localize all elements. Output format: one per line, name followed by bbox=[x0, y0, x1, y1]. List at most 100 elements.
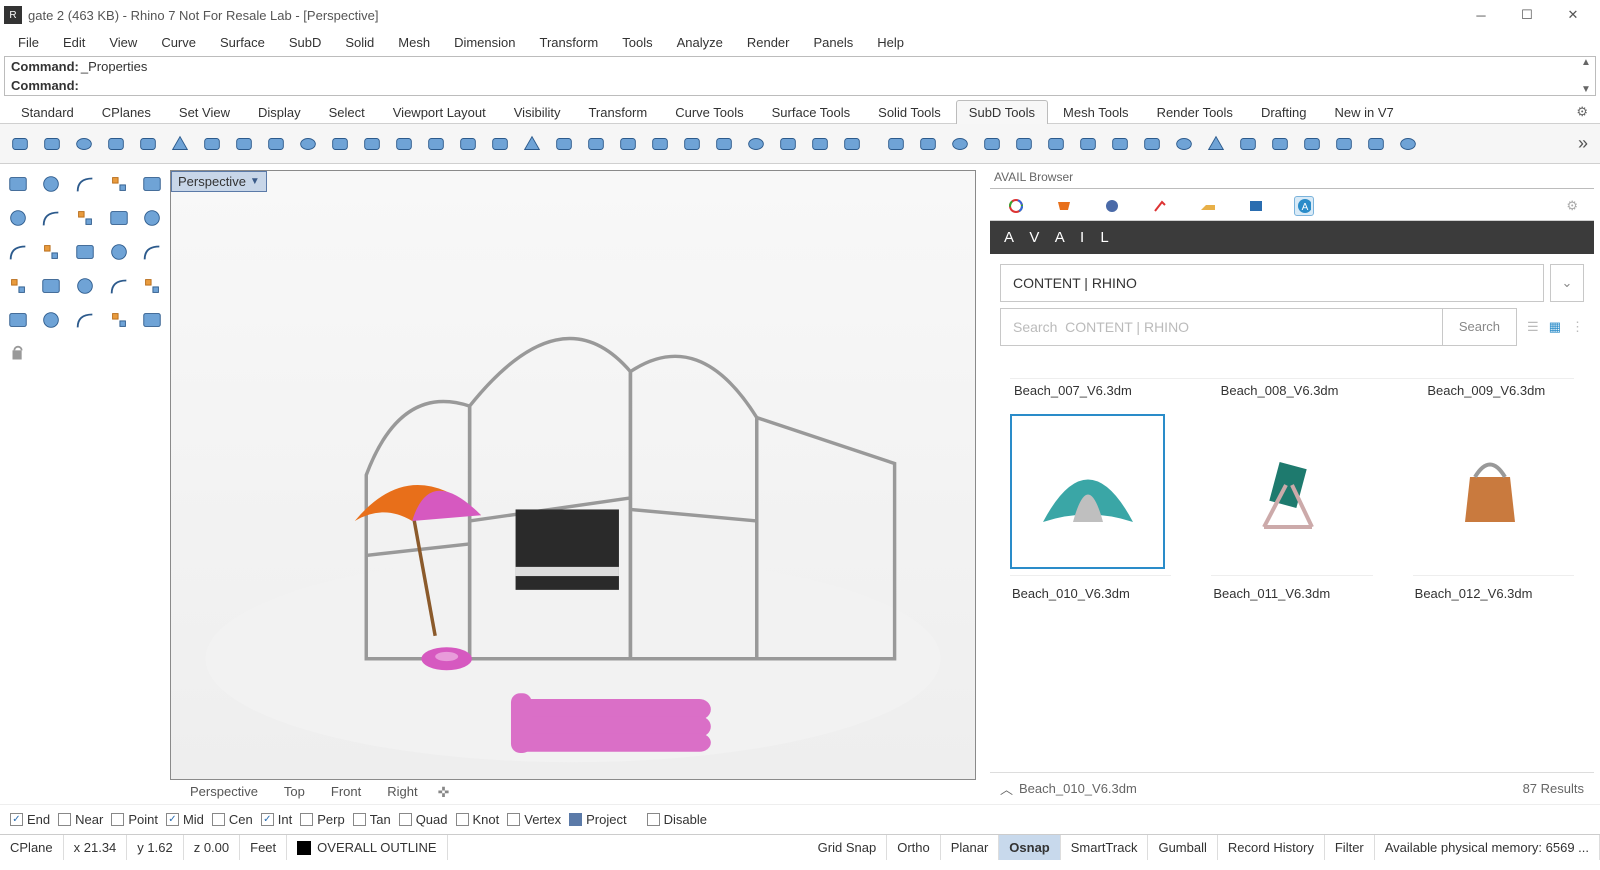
toolbar-icon[interactable] bbox=[742, 130, 770, 158]
panel-settings-icon[interactable]: ⚙ bbox=[1566, 198, 1578, 214]
tool-icon[interactable] bbox=[38, 170, 66, 198]
toolbar-icon[interactable] bbox=[1202, 130, 1230, 158]
menu-panels[interactable]: Panels bbox=[803, 33, 863, 52]
toolbar-icon[interactable] bbox=[1394, 130, 1422, 158]
toolbar-tab[interactable]: Display bbox=[245, 100, 314, 124]
tool-icon[interactable] bbox=[105, 272, 133, 300]
view-tab-right[interactable]: Right bbox=[375, 782, 429, 802]
search-input[interactable] bbox=[1001, 309, 1442, 345]
command-area[interactable]: Command:_Properties Command: ▲▼ bbox=[4, 56, 1596, 96]
view-tab-perspective[interactable]: Perspective bbox=[178, 782, 270, 802]
filter-slider-icon[interactable]: ⋮ bbox=[1571, 319, 1584, 335]
status-grid-snap[interactable]: Grid Snap bbox=[808, 835, 888, 860]
close-button[interactable]: ✕ bbox=[1550, 0, 1596, 30]
toolbar-icon[interactable] bbox=[1138, 130, 1166, 158]
toolbar-icon[interactable] bbox=[262, 130, 290, 158]
toolbar-tab[interactable]: Drafting bbox=[1248, 100, 1320, 124]
toolbar-icon[interactable] bbox=[294, 130, 322, 158]
toolbar-icon[interactable] bbox=[486, 130, 514, 158]
menu-file[interactable]: File bbox=[8, 33, 49, 52]
toolbar-icon[interactable] bbox=[70, 130, 98, 158]
tool-icon[interactable] bbox=[138, 272, 166, 300]
toolbar-icon[interactable] bbox=[1266, 130, 1294, 158]
thumb-image[interactable] bbox=[1010, 414, 1165, 569]
tool-icon[interactable] bbox=[4, 272, 32, 300]
tool-icon[interactable] bbox=[71, 238, 99, 266]
toolbar-tab[interactable]: Render Tools bbox=[1144, 100, 1246, 124]
toolbar-tab[interactable]: Set View bbox=[166, 100, 243, 124]
status-x[interactable]: x 21.34 bbox=[64, 835, 128, 860]
tool-icon[interactable] bbox=[4, 306, 32, 334]
toolbar-tab[interactable]: Standard bbox=[8, 100, 87, 124]
osnap-point[interactable]: Point bbox=[111, 812, 158, 827]
osnap-quad[interactable]: Quad bbox=[399, 812, 448, 827]
status-planar[interactable]: Planar bbox=[941, 835, 1000, 860]
menu-tools[interactable]: Tools bbox=[612, 33, 662, 52]
osnap-cen[interactable]: Cen bbox=[212, 812, 253, 827]
content-selector[interactable]: CONTENT | RHINO bbox=[1000, 264, 1544, 302]
toolbar-overflow-icon[interactable]: » bbox=[1572, 133, 1594, 154]
toolbar-icon[interactable] bbox=[978, 130, 1006, 158]
toolbar-icon[interactable] bbox=[946, 130, 974, 158]
toolbar-tab[interactable]: Solid Tools bbox=[865, 100, 954, 124]
view-tab-front[interactable]: Front bbox=[319, 782, 373, 802]
grid-item-label[interactable]: Beach_009_V6.3dm bbox=[1427, 383, 1574, 398]
add-view-icon[interactable]: ✜ bbox=[432, 784, 456, 801]
osnap-knot[interactable]: Knot bbox=[456, 812, 500, 827]
viewport-canvas[interactable] bbox=[171, 171, 975, 779]
toolbar-icon[interactable] bbox=[1010, 130, 1038, 158]
toolbar-tab[interactable]: Curve Tools bbox=[662, 100, 756, 124]
menu-render[interactable]: Render bbox=[737, 33, 800, 52]
toolbar-icon[interactable] bbox=[550, 130, 578, 158]
thumb-image[interactable] bbox=[1413, 414, 1568, 569]
tool-icon[interactable] bbox=[38, 238, 66, 266]
content-dropdown-icon[interactable]: ⌄ bbox=[1550, 264, 1584, 302]
toolbar-icon[interactable] bbox=[1298, 130, 1326, 158]
panel-tab-avail-icon[interactable]: A bbox=[1294, 196, 1314, 216]
status-record-history[interactable]: Record History bbox=[1218, 835, 1325, 860]
status-memory[interactable]: Available physical memory: 6569 ... bbox=[1375, 835, 1600, 860]
toolbar-icon[interactable] bbox=[134, 130, 162, 158]
status-cplane[interactable]: CPlane bbox=[0, 835, 64, 860]
osnap-int[interactable]: ✓Int bbox=[261, 812, 292, 827]
status-layer[interactable]: OVERALL OUTLINE bbox=[287, 835, 447, 860]
maximize-button[interactable]: ☐ bbox=[1504, 0, 1550, 30]
toolbar-icon[interactable] bbox=[710, 130, 738, 158]
tool-icon[interactable] bbox=[38, 204, 66, 232]
osnap-near[interactable]: Near bbox=[58, 812, 103, 827]
status-smarttrack[interactable]: SmartTrack bbox=[1061, 835, 1149, 860]
tool-icon[interactable] bbox=[105, 306, 133, 334]
grid-thumb[interactable]: Beach_010_V6.3dm bbox=[1010, 414, 1171, 605]
toolbar-icon[interactable] bbox=[38, 130, 66, 158]
grid-view-icon[interactable]: ▦ bbox=[1549, 319, 1561, 335]
toolbar-icon[interactable] bbox=[838, 130, 866, 158]
tool-icon[interactable] bbox=[138, 204, 166, 232]
toolbar-icon[interactable] bbox=[1234, 130, 1262, 158]
menu-subd[interactable]: SubD bbox=[279, 33, 332, 52]
menu-mesh[interactable]: Mesh bbox=[388, 33, 440, 52]
toolbar-icon[interactable] bbox=[102, 130, 130, 158]
tool-icon[interactable] bbox=[4, 340, 32, 368]
menu-transform[interactable]: Transform bbox=[529, 33, 608, 52]
tool-icon[interactable] bbox=[4, 204, 32, 232]
menu-view[interactable]: View bbox=[99, 33, 147, 52]
panel-tab-icon[interactable] bbox=[1102, 196, 1122, 216]
menu-edit[interactable]: Edit bbox=[53, 33, 95, 52]
toolbar-tab[interactable]: Visibility bbox=[501, 100, 574, 124]
status-units[interactable]: Feet bbox=[240, 835, 287, 860]
toolbar-tab[interactable]: CPlanes bbox=[89, 100, 164, 124]
breadcrumb[interactable]: ︿Beach_010_V6.3dm bbox=[1000, 779, 1137, 798]
osnap-vertex[interactable]: Vertex bbox=[507, 812, 561, 827]
panel-tab-icon[interactable] bbox=[1150, 196, 1170, 216]
viewport[interactable]: Perspective ▼ bbox=[170, 170, 976, 780]
toolbar-icon[interactable] bbox=[582, 130, 610, 158]
view-tab-top[interactable]: Top bbox=[272, 782, 317, 802]
grid-thumb[interactable]: Beach_012_V6.3dm bbox=[1413, 414, 1574, 605]
toolbar-icon[interactable] bbox=[326, 130, 354, 158]
status-ortho[interactable]: Ortho bbox=[887, 835, 941, 860]
thumb-image[interactable] bbox=[1211, 414, 1366, 569]
toolbar-icon[interactable] bbox=[454, 130, 482, 158]
search-button[interactable]: Search bbox=[1442, 309, 1516, 345]
toolbar-icon[interactable] bbox=[518, 130, 546, 158]
toolbar-icon[interactable] bbox=[678, 130, 706, 158]
